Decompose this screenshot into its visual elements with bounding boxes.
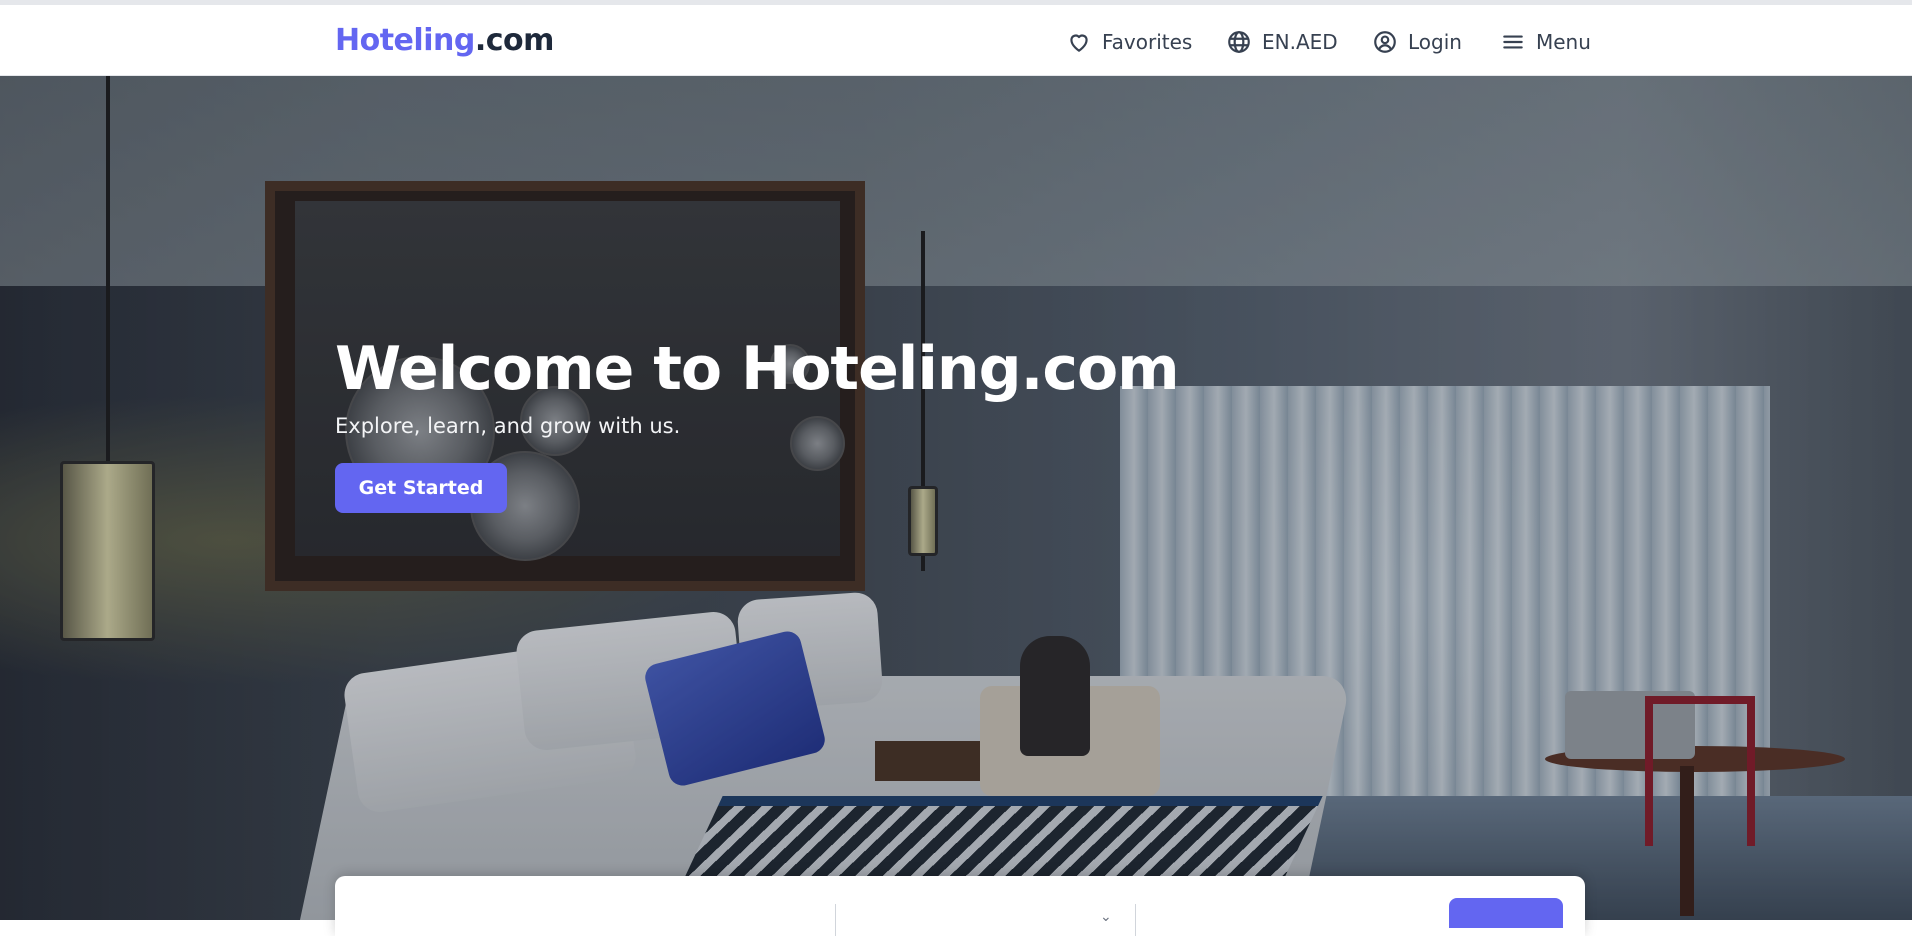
- hero-section: [0, 76, 1912, 920]
- search-divider: [1135, 904, 1136, 936]
- nav-login-label: Login: [1408, 30, 1462, 54]
- nav-language[interactable]: EN.AED: [1226, 27, 1338, 57]
- user-circle-icon: [1374, 31, 1396, 53]
- hero-subtitle: Explore, learn, and grow with us.: [335, 414, 681, 438]
- search-bar: [335, 876, 1585, 936]
- get-started-button[interactable]: Get Started: [335, 463, 507, 513]
- logo-tld: .com: [474, 23, 555, 58]
- heart-icon: [1070, 34, 1088, 52]
- search-button[interactable]: [1449, 898, 1563, 928]
- nav-menu-label: Menu: [1536, 30, 1591, 54]
- hero-title: Welcome to Hoteling.com: [335, 334, 1180, 404]
- nav-favorites[interactable]: Favorites: [1066, 27, 1192, 57]
- logo-brand: Hoteling: [335, 23, 475, 58]
- nav-login[interactable]: Login: [1372, 27, 1462, 57]
- nav-favorites-label: Favorites: [1102, 30, 1193, 54]
- site-logo[interactable]: Hoteling.com: [335, 23, 554, 58]
- chevron-down-icon[interactable]: ⌄: [1100, 908, 1112, 925]
- nav-language-label: EN.AED: [1262, 30, 1338, 54]
- search-divider: [835, 904, 836, 936]
- site-header: Hoteling.com Favorites EN.AED Login Menu: [0, 5, 1912, 76]
- hamburger-icon: [1503, 35, 1523, 49]
- globe-icon: [1228, 31, 1250, 53]
- nav-menu[interactable]: Menu: [1500, 27, 1591, 57]
